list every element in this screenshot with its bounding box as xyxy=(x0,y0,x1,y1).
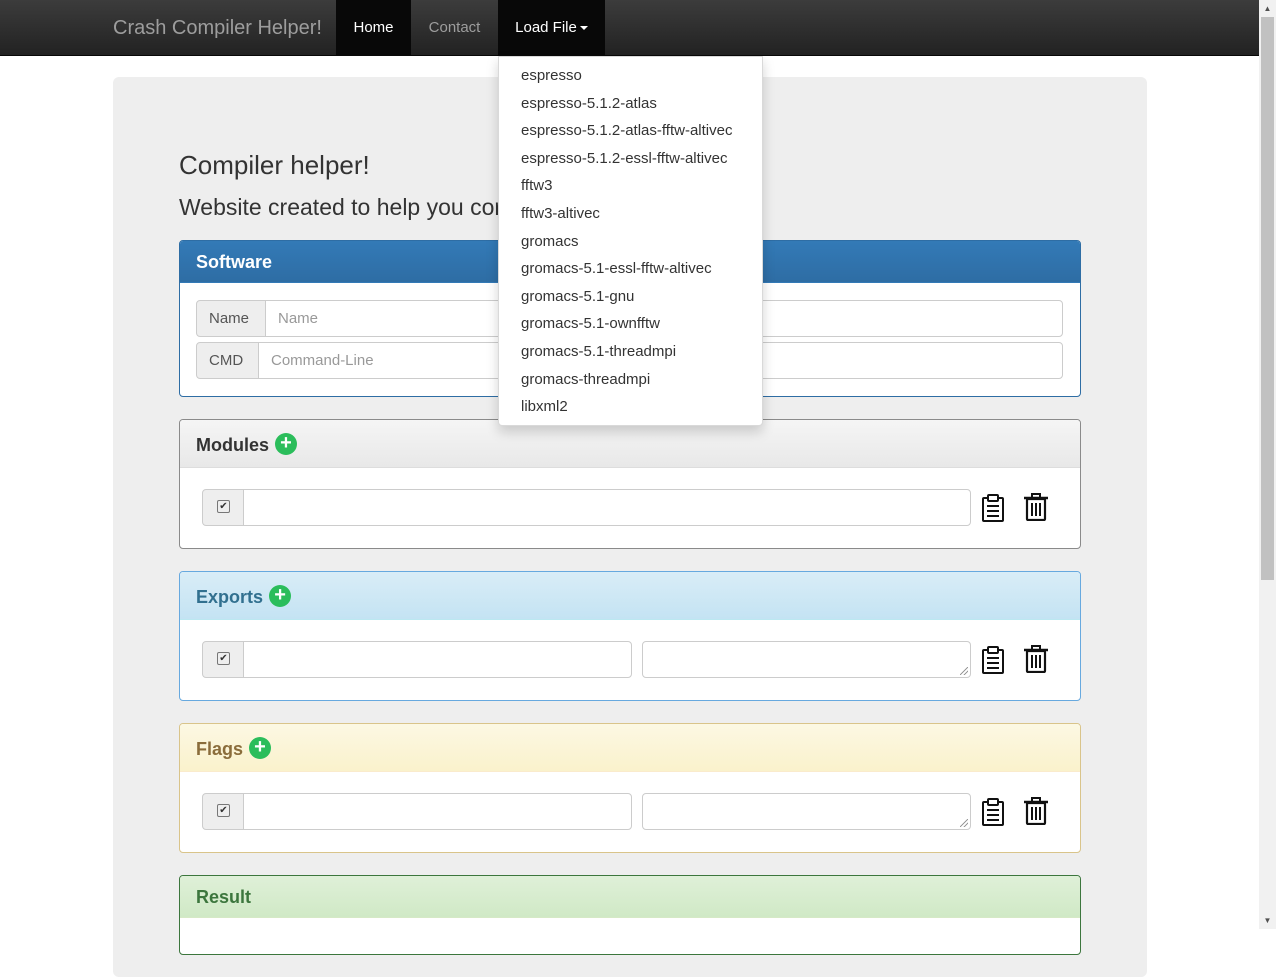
nav-home[interactable]: Home xyxy=(336,0,411,56)
nav-contact[interactable]: Contact xyxy=(411,0,498,56)
scroll-down-arrow-icon[interactable]: ▼ xyxy=(1259,912,1276,929)
scroll-thumb[interactable] xyxy=(1261,17,1274,580)
clipboard-icon[interactable] xyxy=(980,646,1006,674)
dropdown-item[interactable]: espresso-5.1.2-atlas-fftw-altivec xyxy=(499,117,762,145)
export-name-input[interactable] xyxy=(243,641,632,678)
resize-handle[interactable] xyxy=(960,667,968,675)
nav-load-file-label: Load File xyxy=(515,19,577,36)
dropdown-item[interactable]: gromacs-5.1-essl-fftw-altivec xyxy=(499,255,762,283)
name-addon: Name xyxy=(196,300,266,337)
clipboard-icon[interactable] xyxy=(980,494,1006,522)
module-check-addon: ✔ xyxy=(202,489,244,526)
page-scrollbar[interactable]: ▲ ▼ xyxy=(1259,0,1276,929)
dropdown-item[interactable]: espresso-5.1.2-atlas xyxy=(499,90,762,118)
cmd-addon: CMD xyxy=(196,342,259,379)
export-value-textarea[interactable] xyxy=(642,641,971,678)
modules-heading: Modules + xyxy=(180,420,1080,468)
exports-heading-label: Exports xyxy=(196,587,264,607)
dropdown-item[interactable]: libxml2 xyxy=(499,393,762,421)
flag-checkbox[interactable]: ✔ xyxy=(217,804,230,817)
flags-panel: Flags + xyxy=(179,723,1081,853)
trash-icon[interactable] xyxy=(1023,493,1049,521)
result-panel: Result xyxy=(179,875,1081,955)
export-checkbox[interactable]: ✔ xyxy=(217,652,230,665)
modules-heading-label: Modules xyxy=(196,435,270,455)
trash-icon[interactable] xyxy=(1023,797,1049,825)
dropdown-item[interactable]: fftw3 xyxy=(499,172,762,200)
dropdown-item[interactable]: gromacs-threadmpi xyxy=(499,366,762,394)
resize-handle[interactable] xyxy=(960,819,968,827)
module-checkbox[interactable]: ✔ xyxy=(217,500,230,513)
flags-heading-label: Flags xyxy=(196,739,244,759)
dropdown-item[interactable]: gromacs xyxy=(499,228,762,256)
nav-contact-label: Contact xyxy=(428,19,481,36)
dropdown-item[interactable]: gromacs-5.1-threadmpi xyxy=(499,338,762,366)
scroll-up-arrow-icon[interactable]: ▲ xyxy=(1259,0,1276,17)
module-input[interactable] xyxy=(243,489,971,526)
export-check-addon: ✔ xyxy=(202,641,244,678)
modules-panel: Modules + xyxy=(179,419,1081,549)
exports-panel: Exports + xyxy=(179,571,1081,701)
nav-load-file[interactable]: Load File xyxy=(498,0,605,56)
caret-down-icon xyxy=(579,26,588,31)
load-file-dropdown: espresso espresso-5.1.2-atlas espresso-5… xyxy=(498,56,763,426)
flag-value-textarea[interactable] xyxy=(642,793,971,830)
add-flag-button[interactable]: + xyxy=(249,737,272,760)
add-export-button[interactable]: + xyxy=(269,585,292,608)
dropdown-item[interactable]: espresso xyxy=(499,62,762,90)
page-title: Compiler helper! xyxy=(179,150,370,180)
dropdown-item[interactable]: fftw3-altivec xyxy=(499,200,762,228)
result-heading: Result xyxy=(180,876,1080,918)
brand-link[interactable]: Crash Compiler Helper! xyxy=(113,0,322,56)
flags-heading: Flags + xyxy=(180,724,1080,772)
flag-name-input[interactable] xyxy=(243,793,632,830)
add-module-button[interactable]: + xyxy=(275,433,298,456)
flag-check-addon: ✔ xyxy=(202,793,244,830)
trash-icon[interactable] xyxy=(1023,645,1049,673)
nav-home-label: Home xyxy=(353,19,394,36)
dropdown-item[interactable]: gromacs-5.1-gnu xyxy=(499,283,762,311)
dropdown-item[interactable]: espresso-5.1.2-essl-fftw-altivec xyxy=(499,145,762,173)
clipboard-icon[interactable] xyxy=(980,798,1006,826)
exports-heading: Exports + xyxy=(180,572,1080,620)
dropdown-item[interactable]: gromacs-5.1-ownfftw xyxy=(499,310,762,338)
navbar: Crash Compiler Helper! Home Contact Load… xyxy=(0,0,1259,56)
page-subtitle: Website created to help you cor xyxy=(179,194,503,220)
